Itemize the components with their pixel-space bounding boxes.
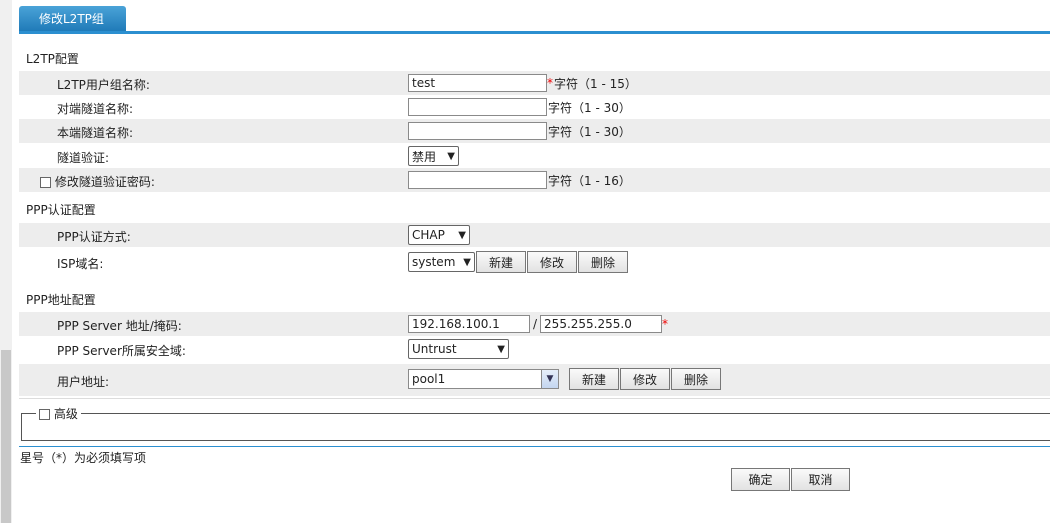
- ppp-server-mask-input[interactable]: 255.255.255.0: [540, 315, 663, 333]
- advanced-legend: 高级: [36, 405, 81, 422]
- ppp-zone-select[interactable]: Untrust ▼: [408, 339, 509, 359]
- tunnel-auth-label: 隧道验证:: [57, 151, 110, 165]
- group-name-input[interactable]: test: [408, 74, 547, 92]
- change-password-input[interactable]: [408, 171, 547, 189]
- isp-domain-label: ISP域名:: [57, 257, 104, 271]
- slash-separator: /: [533, 317, 538, 331]
- tunnel-auth-select[interactable]: 禁用 ▼: [408, 146, 459, 166]
- advanced-checkbox[interactable]: [39, 409, 50, 420]
- user-address-select[interactable]: pool1 ▼: [408, 369, 559, 389]
- chevron-down-icon: ▼: [463, 256, 471, 268]
- local-tunnel-input[interactable]: [408, 122, 547, 140]
- required-mark: *: [662, 317, 669, 331]
- row-change-password: 修改隧道验证密码: 字符（1 - 16）: [19, 168, 1050, 192]
- local-tunnel-label: 本端隧道名称:: [57, 126, 134, 140]
- divider: [19, 398, 1050, 399]
- row-isp-domain: ISP域名: system ▼ 新建 修改 删除: [19, 250, 1050, 274]
- section-title-l2tp: L2TP配置: [26, 52, 79, 66]
- row-ppp-server: PPP Server 地址/掩码: 192.168.100.1 / 255.25…: [19, 312, 1050, 336]
- required-mark: *: [547, 76, 553, 90]
- form-content: 修改L2TP组 L2TP配置 L2TP用户组名称: test * 字符（1 - …: [19, 0, 1050, 523]
- ppp-zone-label: PPP Server所属安全域:: [57, 344, 186, 358]
- chevron-down-icon: ▼: [458, 229, 466, 241]
- isp-edit-button[interactable]: 修改: [527, 251, 577, 273]
- advanced-label: 高级: [53, 407, 78, 421]
- page-scrollbar[interactable]: [0, 0, 12, 523]
- peer-tunnel-label: 对端隧道名称:: [57, 102, 134, 116]
- row-user-address: 用户地址: pool1 ▼ 新建 修改 删除: [19, 364, 1050, 396]
- advanced-fieldset: 高级: [21, 405, 1050, 441]
- tab-underline: [19, 31, 1050, 34]
- pool-new-button[interactable]: 新建: [569, 368, 619, 390]
- ok-button[interactable]: 确定: [731, 468, 790, 491]
- ppp-auth-mode-label: PPP认证方式:: [57, 230, 131, 244]
- ppp-server-address-input[interactable]: 192.168.100.1: [408, 315, 530, 333]
- pool-edit-button[interactable]: 修改: [620, 368, 670, 390]
- tunnel-auth-value: 禁用: [412, 149, 437, 164]
- cancel-button[interactable]: 取消: [791, 468, 850, 491]
- pool-delete-button[interactable]: 删除: [671, 368, 721, 390]
- row-peer-tunnel: 对端隧道名称: 字符（1 - 30）: [19, 95, 1050, 119]
- group-name-label: L2TP用户组名称:: [57, 78, 150, 92]
- section-title-ppp-auth: PPP认证配置: [26, 203, 96, 217]
- row-ppp-zone: PPP Server所属安全域: Untrust ▼: [19, 337, 1050, 361]
- required-footnote: 星号（*）为必须填写项: [20, 451, 147, 465]
- row-group-name: L2TP用户组名称: test * 字符（1 - 15）: [19, 71, 1050, 95]
- row-tunnel-auth: 隧道验证: 禁用 ▼: [19, 144, 1050, 168]
- tab-edit-l2tp-group[interactable]: 修改L2TP组: [19, 6, 126, 32]
- change-password-hint: 字符（1 - 16）: [548, 173, 631, 188]
- isp-domain-select[interactable]: system ▼: [408, 252, 475, 272]
- footer-divider: [19, 446, 1050, 447]
- row-local-tunnel: 本端隧道名称: 字符（1 - 30）: [19, 119, 1050, 143]
- ppp-server-label: PPP Server 地址/掩码:: [57, 319, 182, 333]
- local-tunnel-hint: 字符（1 - 30）: [548, 124, 631, 139]
- ppp-zone-value: Untrust: [412, 342, 457, 356]
- change-password-label: 修改隧道验证密码:: [54, 175, 155, 189]
- section-title-ppp-addr: PPP地址配置: [26, 293, 96, 307]
- isp-new-button[interactable]: 新建: [476, 251, 526, 273]
- ppp-auth-mode-value: CHAP: [412, 228, 445, 242]
- ppp-auth-mode-select[interactable]: CHAP ▼: [408, 225, 470, 245]
- user-address-value: pool1: [412, 372, 446, 386]
- row-ppp-auth-mode: PPP认证方式: CHAP ▼: [19, 223, 1050, 247]
- user-address-label: 用户地址:: [57, 375, 110, 389]
- isp-delete-button[interactable]: 删除: [578, 251, 628, 273]
- chevron-down-icon[interactable]: ▼: [541, 370, 558, 388]
- isp-domain-value: system: [412, 255, 456, 269]
- change-password-checkbox[interactable]: [40, 177, 51, 188]
- peer-tunnel-input[interactable]: [408, 98, 547, 116]
- peer-tunnel-hint: 字符（1 - 30）: [548, 100, 631, 115]
- group-name-hint: 字符（1 - 15）: [554, 76, 637, 91]
- scrollbar-thumb[interactable]: [1, 350, 11, 523]
- tab-bar: 修改L2TP组: [19, 0, 1050, 34]
- change-password-checkbox-wrap: 修改隧道验证密码:: [40, 173, 155, 190]
- chevron-down-icon: ▼: [447, 150, 455, 162]
- chevron-down-icon: ▼: [497, 343, 505, 355]
